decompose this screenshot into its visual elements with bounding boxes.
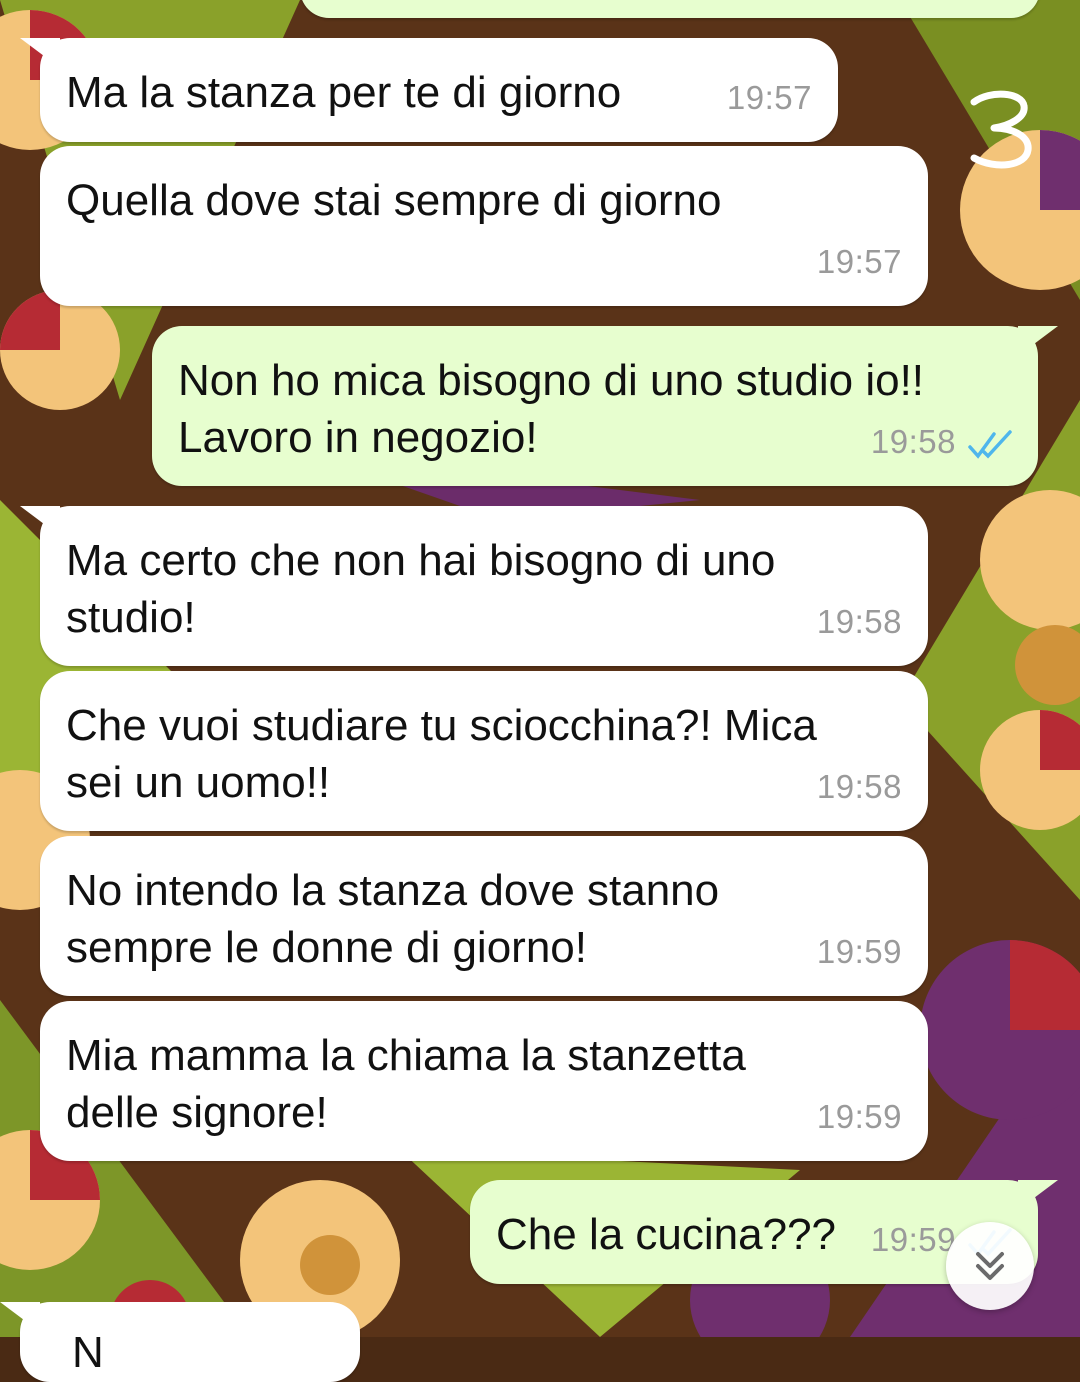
message-text: Mia mamma la chiama la stanzetta delle s…	[66, 1031, 746, 1137]
message-text: Ma la stanza per te di giorno	[66, 68, 622, 117]
message-incoming[interactable]: Ma la stanza per te di giorno 19:57	[20, 38, 838, 142]
message-incoming[interactable]: No intendo la stanza dove stanno sempre …	[40, 836, 928, 996]
message-text: Che vuoi studiare tu sciocchina?! Mica s…	[66, 701, 817, 807]
message-time: 19:59	[816, 1098, 902, 1135]
message-time: 19:58	[816, 603, 902, 640]
bubble-tail	[1018, 326, 1058, 356]
bubble-tail	[20, 38, 60, 68]
handwritten-number-annotation	[970, 90, 1032, 169]
message-time: 19:57	[816, 243, 902, 280]
message-time: 19:58	[816, 768, 902, 805]
message-time: 19:59	[816, 933, 902, 970]
message-text: Quella dove stai sempre di giorno	[66, 176, 722, 225]
message-incoming[interactable]: Mia mamma la chiama la stanzetta delle s…	[40, 1001, 928, 1161]
bubble-tail	[0, 1302, 40, 1332]
bubble-tail	[20, 506, 60, 536]
message-outgoing[interactable]: Non ho mica bisogno di uno studio io!! L…	[152, 326, 1058, 486]
previous-message-fragment[interactable]	[300, 0, 1040, 18]
message-incoming[interactable]: Ma certo che non hai bisogno di uno stud…	[20, 506, 928, 666]
scroll-to-bottom-button[interactable]	[946, 1222, 1034, 1310]
message-time: 19:57	[726, 79, 812, 116]
double-check-icon	[968, 430, 1012, 459]
chevron-double-down-icon	[976, 1252, 1004, 1280]
bubble-tail	[1018, 1180, 1058, 1210]
message-incoming-partial[interactable]: N	[0, 1302, 360, 1382]
message-time: 19:59	[870, 1221, 956, 1258]
message-incoming[interactable]: Che vuoi studiare tu sciocchina?! Mica s…	[40, 671, 928, 831]
message-text: No intendo la stanza dove stanno sempre …	[66, 866, 720, 972]
message-text: Ma certo che non hai bisogno di uno stud…	[66, 536, 776, 642]
message-text: N	[72, 1328, 104, 1377]
message-time: 19:58	[870, 423, 956, 460]
message-incoming[interactable]: Quella dove stai sempre di giorno 19:57	[40, 146, 928, 306]
